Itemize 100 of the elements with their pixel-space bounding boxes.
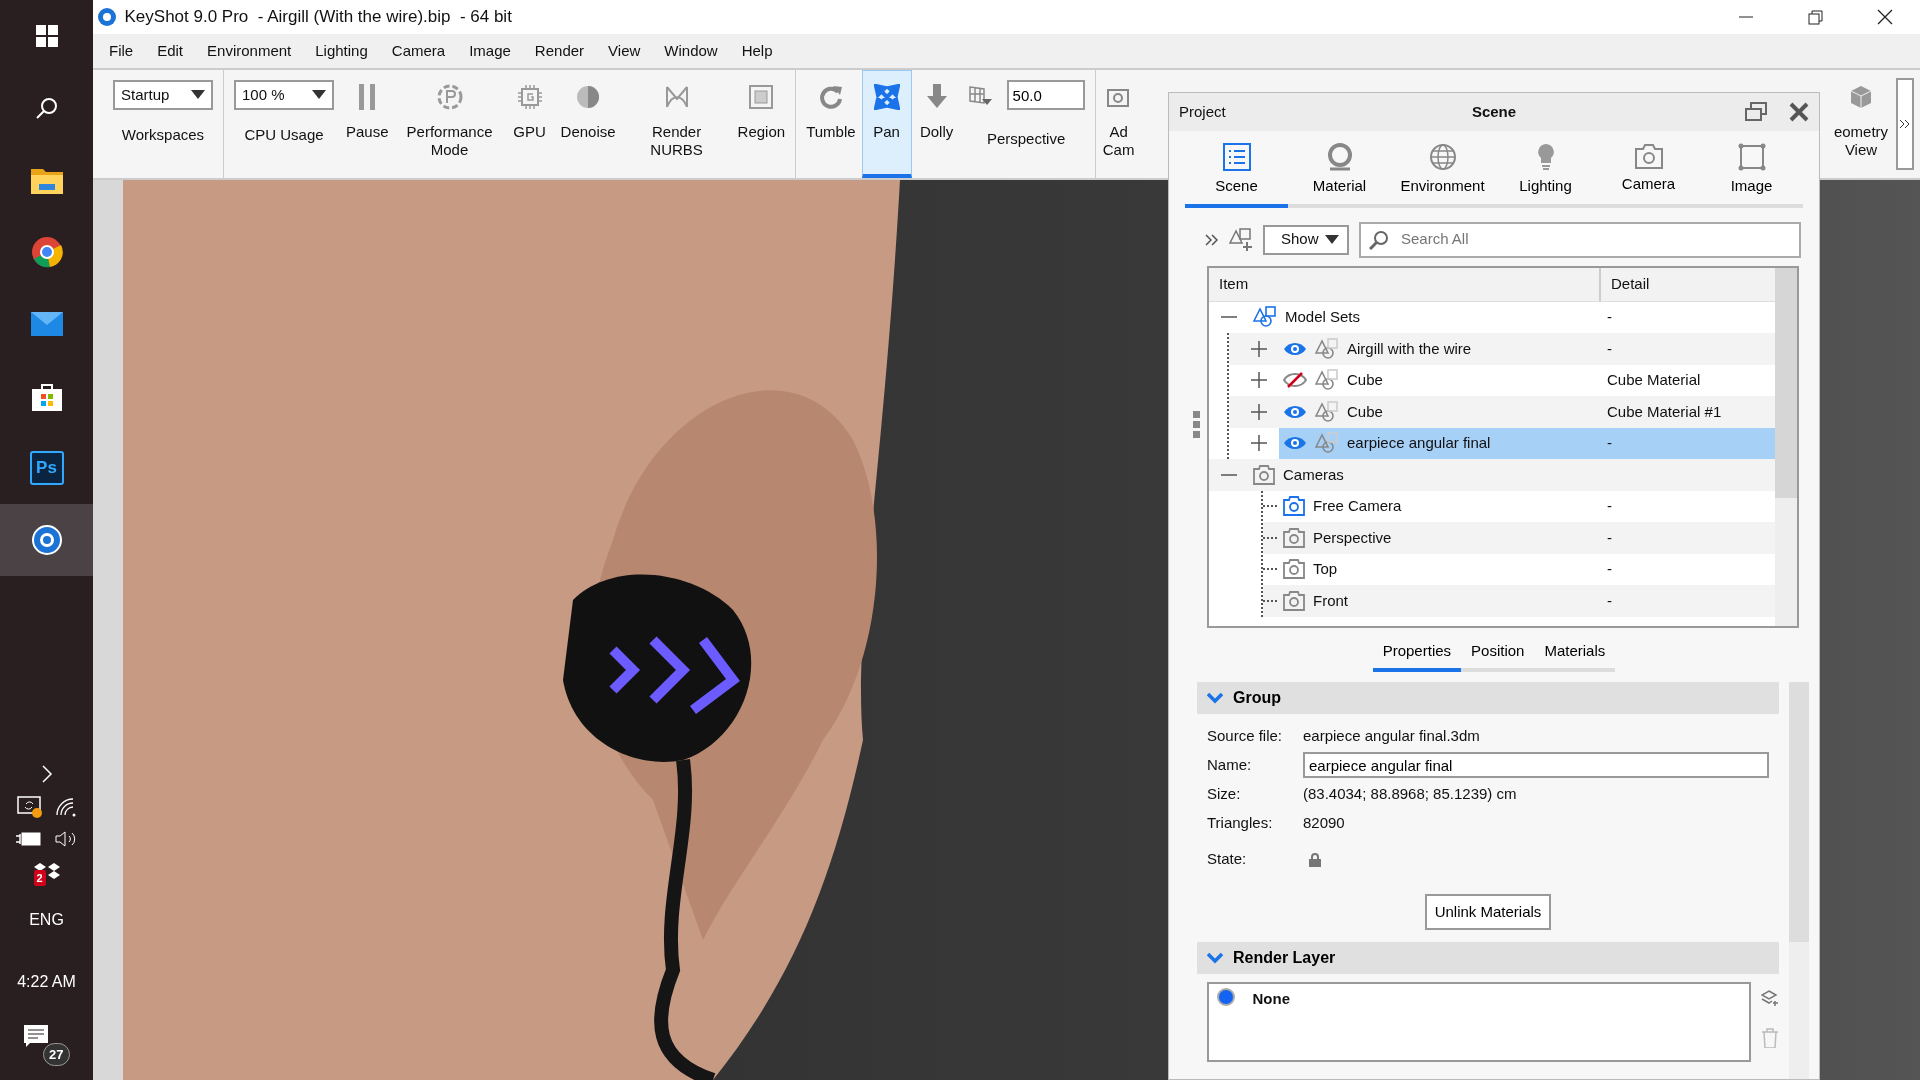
toolbar-button[interactable]: eometry View: [1828, 70, 1894, 178]
sync-icon[interactable]: [16, 796, 43, 818]
number-field[interactable]: 50.0: [1006, 80, 1085, 110]
pause-icon: [357, 84, 378, 110]
detail-cell-text: -: [1607, 559, 1612, 579]
language-indicator[interactable]: ENG: [29, 908, 64, 932]
radio-button[interactable]: [1217, 988, 1235, 1006]
notification-count: 27: [43, 1042, 70, 1066]
eye-icon[interactable]: [1283, 340, 1307, 357]
lock-icon[interactable]: [1309, 852, 1321, 867]
close-icon[interactable]: [1789, 102, 1809, 122]
menu-item[interactable]: Environment: [195, 39, 304, 63]
taskbar-app[interactable]: [0, 504, 93, 576]
tree-row[interactable]: Airgill with the wire: [1279, 333, 1599, 365]
name-field[interactable]: earpiece angular final: [1303, 752, 1769, 778]
detail-cell-text: Cube Material #1: [1607, 401, 1722, 422]
dropdown[interactable]: 100 %: [234, 80, 334, 110]
section-header[interactable]: Render Layer: [1197, 942, 1779, 974]
taskbar-app[interactable]: Ps: [0, 432, 93, 504]
chrome-icon: [30, 236, 63, 268]
panel-tab[interactable]: Image: [1700, 131, 1803, 208]
expand-icon[interactable]: [1249, 433, 1269, 454]
notification-icon[interactable]: [23, 1025, 50, 1048]
toolbar-button[interactable]: Region: [731, 70, 792, 178]
double-chevron-icon[interactable]: [1899, 118, 1911, 130]
toolbar-button[interactable]: Performance Mode: [394, 70, 505, 178]
toolbar-button[interactable]: GPU: [504, 70, 555, 178]
tree-row[interactable]: Cube: [1279, 364, 1599, 396]
panel-tab[interactable]: Camera: [1597, 131, 1700, 208]
panel-tab[interactable]: Position: [1461, 635, 1535, 672]
expand-icon[interactable]: [1249, 338, 1269, 359]
chevron-icon[interactable]: [40, 764, 53, 784]
scrollbar-thumb[interactable]: [1775, 267, 1797, 498]
field-label: Name:: [1207, 754, 1253, 775]
menu-item[interactable]: View: [596, 39, 653, 63]
tree-item-label[interactable]: Cube: [1347, 369, 1383, 392]
panel-tab[interactable]: Environment: [1391, 131, 1494, 208]
battery-icon[interactable]: [15, 831, 42, 847]
menu-item[interactable]: File: [97, 39, 146, 63]
tree-item-label[interactable]: Cube: [1347, 400, 1383, 423]
panel-tab[interactable]: Properties: [1372, 635, 1462, 672]
tree-row[interactable]: earpiece angular final: [1279, 427, 1599, 459]
tree-row[interactable]: Perspective: [1263, 522, 1599, 554]
menu-item[interactable]: Help: [729, 39, 785, 63]
clock-time[interactable]: 4:22 AM: [17, 970, 76, 994]
tree-item-label[interactable]: Front: [1313, 589, 1348, 612]
expand-icon[interactable]: [1249, 370, 1269, 391]
tree-row[interactable]: Front: [1263, 585, 1599, 617]
panel-tab[interactable]: Material: [1288, 131, 1391, 208]
add-model-icon[interactable]: [1229, 227, 1253, 252]
column-header: Item: [1218, 273, 1250, 294]
eye-icon[interactable]: [1283, 435, 1307, 452]
show-dropdown[interactable]: Show: [1263, 224, 1349, 255]
tree-item-label[interactable]: Perspective: [1313, 526, 1392, 549]
panel-tab[interactable]: Scene: [1185, 131, 1288, 208]
tree-item-label[interactable]: Airgill with the wire: [1347, 337, 1472, 360]
restore-icon[interactable]: [1805, 7, 1825, 27]
toolbar-button[interactable]: Denoise: [554, 70, 622, 178]
menu-item[interactable]: Window: [652, 39, 730, 63]
shapes-icon: [1315, 432, 1339, 455]
drag-handle-icon[interactable]: [1193, 411, 1201, 439]
tree-row[interactable]: Cube: [1279, 396, 1599, 428]
keyshot-logo-icon: [30, 524, 63, 556]
float-window-icon[interactable]: [1744, 102, 1767, 122]
panel-tab[interactable]: Materials: [1534, 635, 1616, 672]
toolbar-button[interactable]: Tumble: [800, 70, 862, 178]
menu-item[interactable]: Lighting: [303, 39, 380, 63]
speaker-icon[interactable]: [53, 830, 78, 848]
tree-item-label[interactable]: Model Sets: [1285, 306, 1361, 329]
menu-item[interactable]: Render: [522, 39, 597, 63]
menu-item[interactable]: Edit: [145, 39, 196, 63]
tree-item-label[interactable]: Cameras: [1283, 463, 1344, 486]
toolbar-button[interactable]: Ad Cam: [1099, 70, 1138, 178]
unlink-materials-button[interactable]: Unlink Materials: [1424, 893, 1552, 930]
menu-item[interactable]: Camera: [379, 39, 458, 63]
toolbar-button[interactable]: Render NURBS: [621, 70, 732, 178]
perspective-grid-icon[interactable]: [967, 83, 992, 107]
tree-item-label[interactable]: Top: [1313, 558, 1338, 581]
tree-item-label[interactable]: earpiece angular final: [1347, 432, 1491, 455]
eye-icon[interactable]: [1283, 403, 1307, 420]
scrollbar-thumb[interactable]: [1789, 682, 1809, 942]
search-field[interactable]: Search All: [1359, 221, 1801, 258]
photoshop-icon[interactable]: Ps: [29, 451, 64, 485]
tree-item-label[interactable]: Free Camera: [1313, 495, 1402, 518]
toolbar-button[interactable]: Pause: [340, 70, 395, 178]
section-header[interactable]: Group: [1197, 682, 1779, 714]
tree-row[interactable]: Free Camera: [1263, 490, 1599, 522]
menu-item[interactable]: Image: [457, 39, 523, 63]
hidden-eye-icon[interactable]: [1283, 372, 1307, 389]
add-layer-icon[interactable]: [1761, 989, 1779, 1006]
close-icon[interactable]: [1875, 7, 1895, 27]
frame-icon: [1737, 143, 1766, 171]
tree-row[interactable]: Top: [1263, 553, 1599, 585]
expand-icon[interactable]: [1249, 401, 1269, 422]
wifi-icon[interactable]: [54, 797, 77, 817]
dropdown[interactable]: Startup: [113, 80, 213, 110]
toolbar-button[interactable]: Dolly: [911, 70, 962, 178]
panel-tab[interactable]: Lighting: [1494, 131, 1597, 208]
toolbar-button[interactable]: Pan: [861, 70, 912, 178]
expand-icon[interactable]: [1205, 232, 1219, 247]
